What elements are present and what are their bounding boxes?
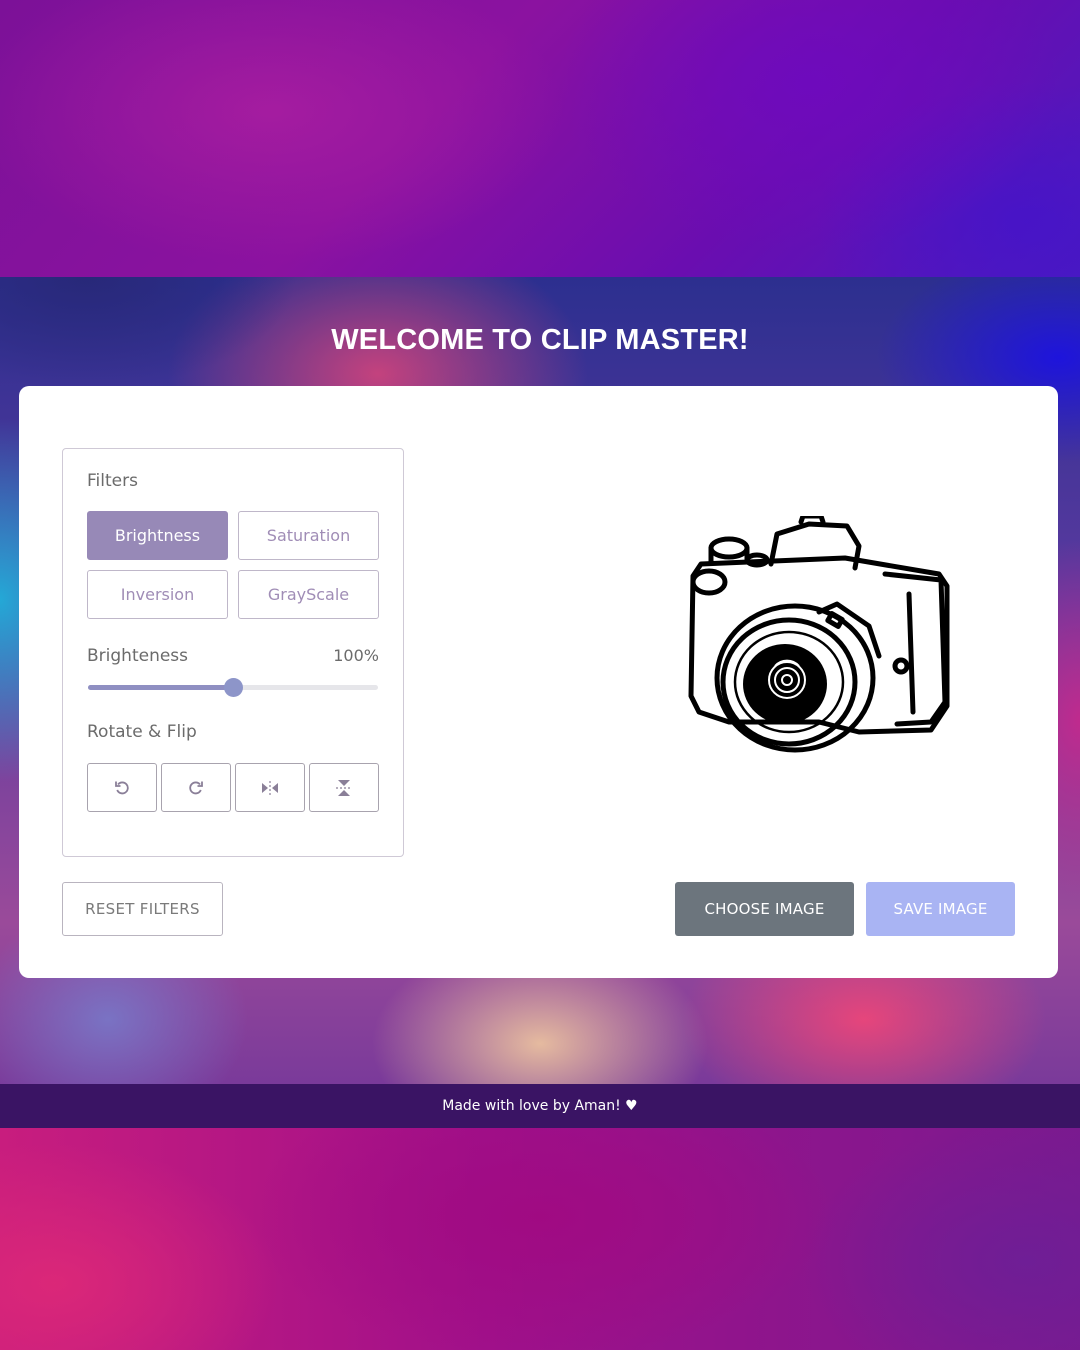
rotate-right-icon (189, 781, 203, 794)
rotate-left-button[interactable] (87, 763, 157, 812)
filter-brightness-button[interactable]: Brightness (87, 511, 228, 560)
background-bottom (0, 1128, 1080, 1350)
brightness-slider[interactable] (88, 678, 378, 697)
rotate-right-button[interactable] (161, 763, 231, 812)
filters-heading: Filters (87, 471, 138, 491)
flip-horizontal-button[interactable] (235, 763, 305, 812)
editor-card: Filters Brightness Saturation Inversion … (19, 386, 1058, 978)
slider-fill (88, 685, 233, 690)
slider-label: Brighteness (87, 646, 189, 666)
filter-grayscale-button[interactable]: GrayScale (238, 570, 379, 619)
page-title: WELCOME TO CLIP MASTER! (331, 324, 749, 356)
filter-inversion-button[interactable]: Inversion (87, 570, 228, 619)
image-preview (669, 513, 951, 756)
rotate-left-icon (115, 781, 129, 794)
camera-placeholder-icon (688, 513, 950, 753)
choose-image-button[interactable]: CHOOSE IMAGE (675, 882, 854, 936)
save-image-button[interactable]: SAVE IMAGE (866, 882, 1015, 936)
background-top (0, 0, 1080, 277)
rotate-flip-heading: Rotate & Flip (87, 722, 197, 742)
reset-filters-button[interactable]: RESET FILTERS (62, 882, 223, 936)
slider-thumb[interactable] (224, 678, 243, 697)
slider-value: 100% (333, 646, 379, 665)
filter-saturation-button[interactable]: Saturation (238, 511, 379, 560)
flip-vertical-icon (336, 779, 352, 796)
filters-panel: Filters Brightness Saturation Inversion … (62, 448, 404, 857)
flip-vertical-button[interactable] (309, 763, 379, 812)
footer: Made with love by Aman! ♥ (0, 1084, 1080, 1128)
flip-horizontal-icon (262, 780, 278, 795)
